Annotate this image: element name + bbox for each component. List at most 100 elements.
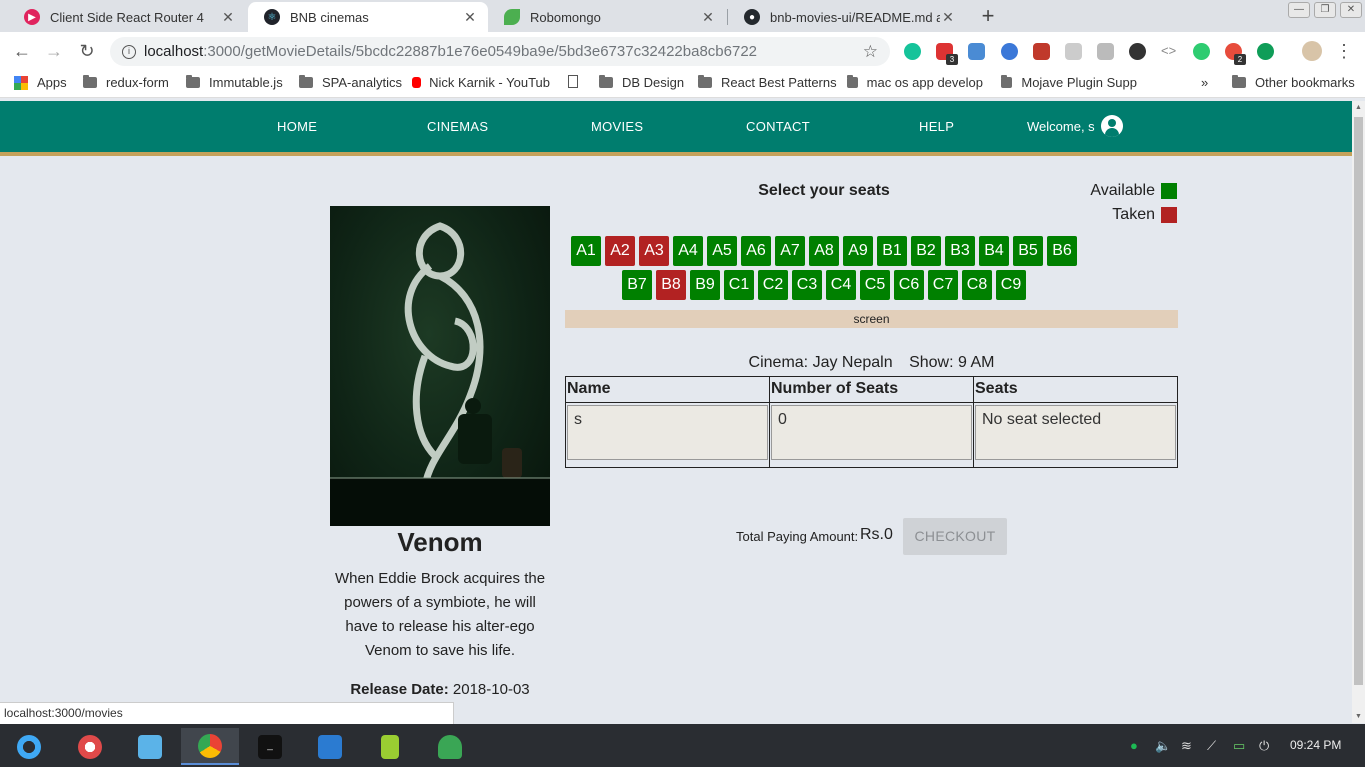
- taskbar-robomongo[interactable]: [421, 728, 479, 765]
- power-icon[interactable]: ⏻: [1259, 738, 1269, 754]
- extension-icon[interactable]: [1001, 43, 1018, 60]
- hangouts-icon[interactable]: [1257, 43, 1274, 60]
- cinema-name: Cinema: Jay Nepaln: [748, 354, 893, 371]
- extension-icon[interactable]: [1033, 43, 1050, 60]
- browser-tab-bnb-cinemas[interactable]: ⚛ BNB cinemas ✕: [248, 2, 488, 32]
- forward-button[interactable]: →: [42, 40, 66, 64]
- maximize-button[interactable]: ❐: [1314, 2, 1336, 18]
- seat-c1[interactable]: C1: [724, 270, 754, 300]
- launcher-button[interactable]: [0, 728, 58, 765]
- seat-a4[interactable]: A4: [673, 236, 703, 266]
- minimize-button[interactable]: —: [1288, 2, 1310, 18]
- taskbar-editor[interactable]: [361, 728, 419, 765]
- extension-icon[interactable]: [968, 43, 985, 60]
- checkout-button[interactable]: CHECKOUT: [903, 518, 1007, 555]
- taskbar-settings[interactable]: [61, 728, 119, 765]
- extension-icon[interactable]: [1129, 43, 1146, 60]
- seat-b4[interactable]: B4: [979, 236, 1009, 266]
- seat-a9[interactable]: A9: [843, 236, 873, 266]
- nav-home[interactable]: HOME: [277, 119, 317, 134]
- info-icon[interactable]: i: [122, 44, 136, 59]
- bookmark-page[interactable]: [568, 75, 578, 88]
- close-window-button[interactable]: ✕: [1340, 2, 1362, 18]
- account-circle-icon[interactable]: [1101, 115, 1123, 137]
- seats-field[interactable]: No seat selected: [975, 405, 1176, 460]
- nav-contact[interactable]: CONTACT: [746, 119, 810, 134]
- network-icon[interactable]: ⟋: [1207, 738, 1216, 754]
- close-icon[interactable]: ✕: [220, 9, 236, 26]
- browser-tab-robomongo[interactable]: Robomongo ✕: [488, 2, 726, 32]
- seat-c7[interactable]: C7: [928, 270, 958, 300]
- column-number-of-seats: Number of Seats 0: [770, 377, 974, 467]
- bookmark-star-icon[interactable]: ☆: [863, 42, 878, 62]
- scroll-up-arrow-icon[interactable]: ▲: [1355, 104, 1362, 111]
- bookmark-db-design[interactable]: DB Design: [599, 75, 684, 90]
- seat-c6[interactable]: C6: [894, 270, 924, 300]
- seat-c4[interactable]: C4: [826, 270, 856, 300]
- page-scrollbar[interactable]: ▲ ▼: [1352, 101, 1365, 723]
- taskbar-store[interactable]: [121, 728, 179, 765]
- close-icon[interactable]: ✕: [940, 9, 956, 26]
- back-button[interactable]: ←: [10, 40, 34, 64]
- browser-tab-github[interactable]: ● bnb-movies-ui/README.md at r ✕: [728, 2, 966, 32]
- wifi-icon[interactable]: ≋: [1181, 738, 1192, 754]
- seat-a7[interactable]: A7: [775, 236, 805, 266]
- folder-icon: [1001, 75, 1013, 88]
- seat-b3[interactable]: B3: [945, 236, 975, 266]
- taskbar-chrome[interactable]: [181, 728, 239, 765]
- bookmark-mac-os-app[interactable]: mac os app develop: [847, 75, 983, 90]
- browser-toolbar: ← → ↻ i localhost:3000/getMovieDetails/5…: [0, 32, 1365, 70]
- reload-button[interactable]: ↻: [75, 40, 99, 64]
- seat-a6[interactable]: A6: [741, 236, 771, 266]
- scroll-down-arrow-icon[interactable]: ▼: [1355, 713, 1362, 720]
- taskbar-vscode[interactable]: [301, 728, 359, 765]
- seat-a5[interactable]: A5: [707, 236, 737, 266]
- extension-icon[interactable]: [1097, 43, 1114, 60]
- taskbar-terminal[interactable]: _: [241, 728, 299, 765]
- new-tab-button[interactable]: +: [976, 3, 1000, 29]
- bookmark-mojave-plugin[interactable]: Mojave Plugin Supp: [1001, 75, 1137, 90]
- seat-c2[interactable]: C2: [758, 270, 788, 300]
- battery-icon[interactable]: ▭: [1233, 738, 1245, 754]
- seat-c5[interactable]: C5: [860, 270, 890, 300]
- menu-dots-icon[interactable]: ⋮: [1332, 40, 1356, 64]
- number-of-seats-field[interactable]: 0: [771, 405, 972, 460]
- scrollbar-thumb[interactable]: [1354, 117, 1363, 685]
- deepin-launcher-icon: [17, 734, 41, 759]
- bookmark-other[interactable]: Other bookmarks: [1232, 75, 1355, 90]
- seat-c3[interactable]: C3: [792, 270, 822, 300]
- seat-c8[interactable]: C8: [962, 270, 992, 300]
- bookmark-spa-analytics[interactable]: SPA-analytics: [299, 75, 402, 90]
- nav-help[interactable]: HELP: [919, 119, 954, 134]
- volume-icon[interactable]: 🔈: [1155, 738, 1171, 754]
- bookmark-react-best-patterns[interactable]: React Best Patterns: [698, 75, 837, 90]
- bookmark-immutable[interactable]: Immutable.js: [186, 75, 283, 90]
- seat-a1[interactable]: A1: [571, 236, 601, 266]
- bookmark-redux-form[interactable]: redux-form: [83, 75, 169, 90]
- name-field[interactable]: s: [567, 405, 768, 460]
- bookmark-nick-karnik[interactable]: Nick Karnik - YouTub: [412, 75, 550, 90]
- close-icon[interactable]: ✕: [700, 9, 716, 26]
- code-icon[interactable]: <>: [1161, 43, 1178, 60]
- seat-b9[interactable]: B9: [690, 270, 720, 300]
- seat-b2[interactable]: B2: [911, 236, 941, 266]
- extension-icon[interactable]: [1193, 43, 1210, 60]
- browser-tab-react-router[interactable]: ▶ Client Side React Router 4 ✕: [8, 2, 246, 32]
- extension-icon[interactable]: [1065, 43, 1082, 60]
- seat-b5[interactable]: B5: [1013, 236, 1043, 266]
- close-icon[interactable]: ✕: [462, 9, 478, 26]
- seat-c9[interactable]: C9: [996, 270, 1026, 300]
- grammarly-extension-icon[interactable]: [904, 43, 921, 60]
- avatar[interactable]: [1302, 41, 1322, 61]
- bookmark-apps[interactable]: Apps: [14, 75, 67, 90]
- release-date-label: Release Date:: [350, 681, 449, 698]
- seat-b7[interactable]: B7: [622, 270, 652, 300]
- nav-cinemas[interactable]: CINEMAS: [427, 119, 488, 134]
- address-bar[interactable]: i localhost:3000/getMovieDetails/5bcdc22…: [110, 37, 890, 66]
- nav-movies[interactable]: MOVIES: [591, 119, 643, 134]
- seat-b6[interactable]: B6: [1047, 236, 1077, 266]
- bookmarks-overflow-button[interactable]: »: [1201, 75, 1208, 90]
- seat-b1[interactable]: B1: [877, 236, 907, 266]
- hangouts-tray-icon[interactable]: ●: [1130, 738, 1138, 753]
- seat-a8[interactable]: A8: [809, 236, 839, 266]
